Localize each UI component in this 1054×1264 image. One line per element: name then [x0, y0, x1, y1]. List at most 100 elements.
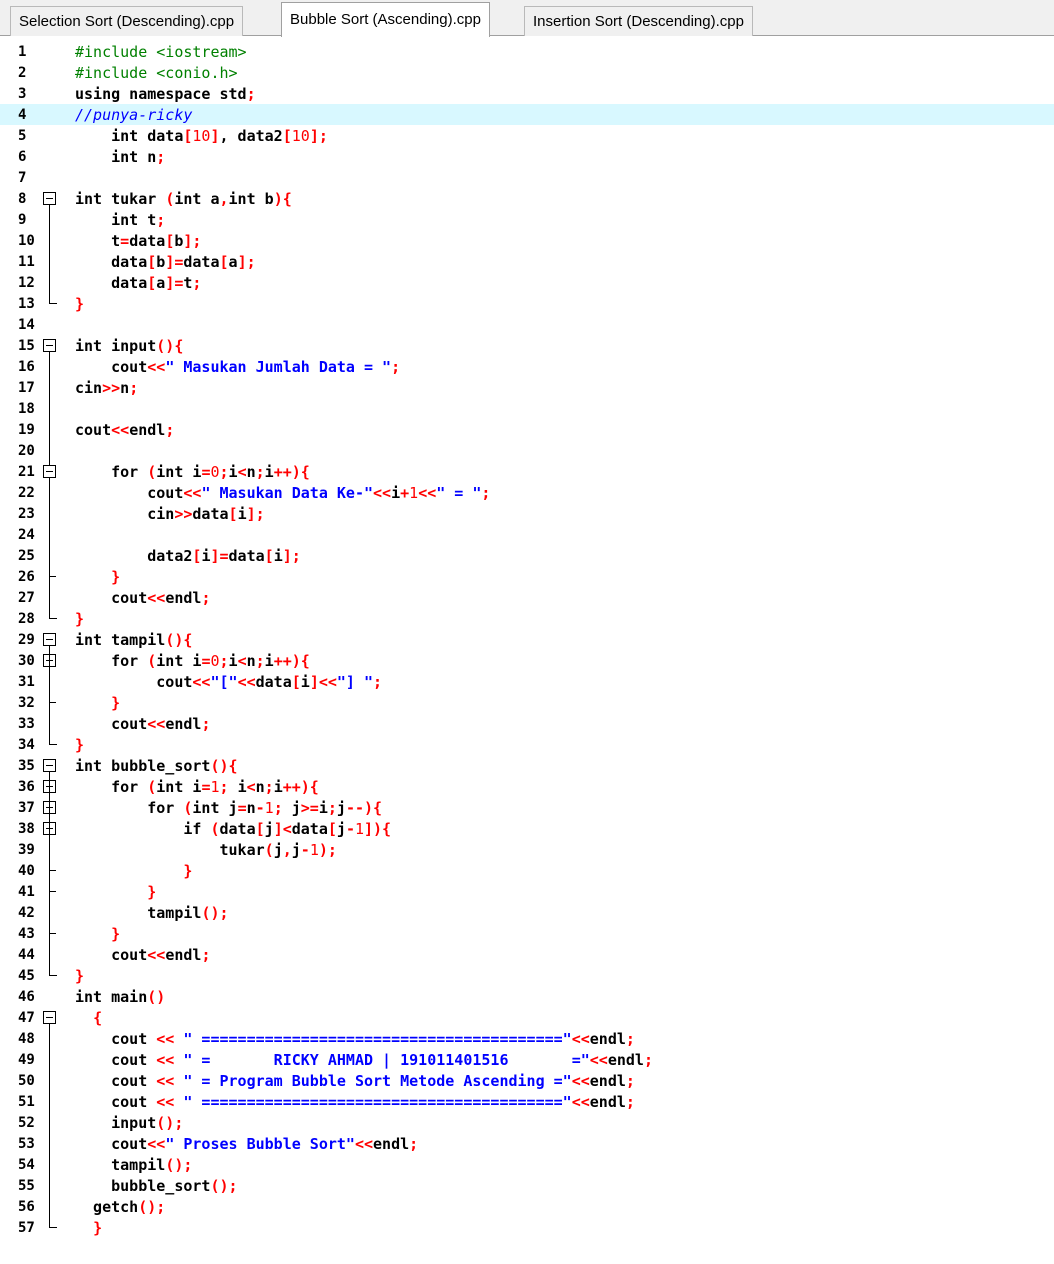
code-line[interactable]: 23 cin>>data[i]; — [0, 503, 1054, 524]
code-line[interactable]: 34} — [0, 734, 1054, 755]
code-line[interactable]: 21 for (int i=0;i<n;i++){ — [0, 461, 1054, 482]
code-line[interactable]: 53 cout<<" Proses Bubble Sort"<<endl; — [0, 1133, 1054, 1154]
code-token: i — [237, 778, 247, 796]
code-line[interactable]: 36 for (int i=1; i<n;i++){ — [0, 776, 1054, 797]
line-code: cout<<endl; — [75, 946, 210, 965]
code-token: int — [174, 190, 211, 208]
code-line[interactable]: 8 int tukar (int a,int b){ — [0, 188, 1054, 209]
code-line[interactable]: 9 int t; — [0, 209, 1054, 230]
code-line[interactable]: 54 tampil(); — [0, 1154, 1054, 1175]
fold-toggle-icon[interactable] — [43, 1011, 56, 1024]
code-line[interactable]: 32 } — [0, 692, 1054, 713]
line-code: cin>>data[i]; — [75, 505, 264, 524]
code-line[interactable]: 17 cin>>n; — [0, 377, 1054, 398]
code-line[interactable]: 4 //punya-ricky — [0, 104, 1054, 125]
line-number: 32 — [18, 695, 35, 711]
code-line[interactable]: 22 cout<<" Masukan Data Ke-"<<i+1<<" = "… — [0, 482, 1054, 503]
code-line[interactable]: 51 cout << " ===========================… — [0, 1091, 1054, 1112]
code-token: " = RICKY AHMAD | 191011401516 =" — [183, 1051, 590, 1069]
code-line[interactable]: 44 cout<<endl; — [0, 944, 1054, 965]
code-line[interactable]: 39 tukar(j,j-1); — [0, 839, 1054, 860]
code-line[interactable]: 52 input(); — [0, 1112, 1054, 1133]
code-token: ]){ — [364, 820, 392, 838]
code-token: - — [255, 799, 265, 817]
code-line[interactable]: 24 — [0, 524, 1054, 545]
code-line[interactable]: 11 data[b]=data[a]; — [0, 251, 1054, 272]
code-line[interactable]: 10 t=data[b]; — [0, 230, 1054, 251]
code-line[interactable]: 48 cout << " ===========================… — [0, 1028, 1054, 1049]
code-line[interactable]: 28} — [0, 608, 1054, 629]
code-token: , data2 — [219, 127, 283, 145]
code-token: ++){ — [273, 463, 310, 481]
code-line[interactable]: 27 cout<<endl; — [0, 587, 1054, 608]
code-line[interactable]: 12 data[a]=t; — [0, 272, 1054, 293]
code-token: using namespace — [75, 85, 220, 103]
code-line[interactable]: 47 { — [0, 1007, 1054, 1028]
code-line[interactable]: 33 cout<<endl; — [0, 713, 1054, 734]
code-line[interactable]: 57 } — [0, 1217, 1054, 1238]
code-line[interactable]: 25 data2[i]=data[i]; — [0, 545, 1054, 566]
fold-toggle-icon[interactable] — [43, 633, 56, 646]
code-line[interactable]: 2 #include <conio.h> — [0, 62, 1054, 83]
code-line[interactable]: 56 getch(); — [0, 1196, 1054, 1217]
line-number: 43 — [18, 926, 35, 942]
code-line[interactable]: 3 using namespace std; — [0, 83, 1054, 104]
code-line[interactable]: 46 int main() — [0, 986, 1054, 1007]
code-token: < — [237, 463, 247, 481]
line-number: 1 — [18, 44, 27, 60]
code-line[interactable]: 50 cout << " = Program Bubble Sort Metod… — [0, 1070, 1054, 1091]
code-token: " = Program Bubble Sort Metode Ascending… — [183, 1072, 572, 1090]
code-line[interactable]: 14 — [0, 314, 1054, 335]
code-line[interactable]: 7 — [0, 167, 1054, 188]
code-token: cout — [75, 589, 148, 607]
code-line[interactable]: 40 } — [0, 860, 1054, 881]
code-line[interactable]: 30 for (int i=0;i<n;i++){ — [0, 650, 1054, 671]
tab-insertion-sort[interactable]: Insertion Sort (Descending).cpp — [524, 6, 753, 36]
code-line[interactable]: 16 cout<<" Masukan Jumlah Data = "; — [0, 356, 1054, 377]
line-number: 18 — [18, 401, 35, 417]
code-line[interactable]: 41 } — [0, 881, 1054, 902]
code-line[interactable]: 42 tampil(); — [0, 902, 1054, 923]
fold-toggle-icon[interactable] — [43, 759, 56, 772]
code-token: endl — [165, 715, 202, 733]
code-line[interactable]: 6 int n; — [0, 146, 1054, 167]
code-token: } — [111, 694, 121, 712]
code-line[interactable]: 18 — [0, 398, 1054, 419]
code-editor[interactable]: 1 #include <iostream> 2 #include <conio.h> 3… — [0, 37, 1054, 1264]
code-line[interactable]: 45} — [0, 965, 1054, 986]
code-line[interactable]: 5 int data[10], data2[10]; — [0, 125, 1054, 146]
code-line[interactable]: 19 cout<<endl; — [0, 419, 1054, 440]
code-token: int — [75, 631, 112, 649]
code-token: for — [111, 463, 148, 481]
code-line[interactable]: 31 cout<<"["<<data[i]<<"] "; — [0, 671, 1054, 692]
fold-toggle-icon[interactable] — [43, 339, 56, 352]
code-line[interactable]: 13} — [0, 293, 1054, 314]
tab-selection-sort[interactable]: Selection Sort (Descending).cpp — [10, 6, 244, 36]
code-token: [ — [219, 253, 229, 271]
code-line[interactable]: 38 if (data[j]<data[j-1]){ — [0, 818, 1054, 839]
tab-bubble-sort[interactable]: Bubble Sort (Ascending).cpp — [281, 2, 490, 37]
code-line[interactable]: 43 } — [0, 923, 1054, 944]
code-line[interactable]: 37 for (int j=n-1; j>=i;j--){ — [0, 797, 1054, 818]
line-number: 56 — [18, 1199, 35, 1215]
code-token: << — [156, 1072, 184, 1090]
code-line[interactable]: 29 int tampil(){ — [0, 629, 1054, 650]
code-line[interactable]: 20 — [0, 440, 1054, 461]
line-code: } — [75, 883, 156, 902]
code-token: int — [75, 190, 112, 208]
code-token: ]= — [210, 547, 229, 565]
line-number: 48 — [18, 1031, 35, 1047]
code-line[interactable]: 1 #include <iostream> — [0, 41, 1054, 62]
code-token: { — [93, 1009, 103, 1027]
code-line[interactable]: 26 } — [0, 566, 1054, 587]
code-line[interactable]: 35 int bubble_sort(){ — [0, 755, 1054, 776]
code-line[interactable]: 49 cout << " = RICKY AHMAD | 19101140151… — [0, 1049, 1054, 1070]
fold-toggle-icon[interactable] — [43, 465, 56, 478]
code-line[interactable]: 55 bubble_sort(); — [0, 1175, 1054, 1196]
code-token: << — [418, 484, 437, 502]
fold-toggle-icon[interactable] — [43, 192, 56, 205]
code-token: endl — [129, 421, 166, 439]
line-code: for (int i=0;i<n;i++){ — [75, 652, 310, 671]
code-line[interactable]: 15 int input(){ — [0, 335, 1054, 356]
